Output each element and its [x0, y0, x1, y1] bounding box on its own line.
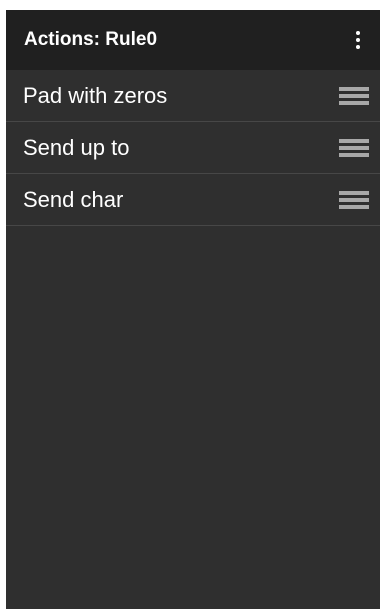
drag-handle-bar: [339, 145, 369, 150]
drag-handle-icon[interactable]: [338, 83, 370, 109]
drag-handle-bar: [339, 138, 369, 143]
overflow-menu-button[interactable]: [346, 20, 370, 60]
more-vert-icon: [356, 31, 360, 49]
more-vert-dot: [356, 45, 360, 49]
list-item-send-char[interactable]: Send char: [6, 174, 380, 226]
action-label: Send char: [23, 186, 124, 212]
drag-handle-bar: [339, 152, 369, 157]
app-screen: Actions: Rule0 Pad with zeros Send up to: [6, 10, 380, 609]
drag-handle-bar: [339, 100, 369, 105]
action-list: Pad with zeros Send up to Send char: [6, 70, 380, 226]
list-item-pad-with-zeros[interactable]: Pad with zeros: [6, 70, 380, 122]
drag-handle-bar: [339, 197, 369, 202]
action-label: Send up to: [23, 134, 130, 160]
list-item-send-up-to[interactable]: Send up to: [6, 122, 380, 174]
drag-handle-bar: [339, 190, 369, 195]
more-vert-dot: [356, 31, 360, 35]
drag-handle-icon[interactable]: [338, 135, 370, 161]
drag-handle-bar: [339, 86, 369, 91]
drag-handle-bar: [339, 204, 369, 209]
drag-handle-icon[interactable]: [338, 187, 370, 213]
app-bar: Actions: Rule0: [6, 10, 380, 70]
more-vert-dot: [356, 38, 360, 42]
drag-handle-bar: [339, 93, 369, 98]
page-title: Actions: Rule0: [24, 29, 158, 50]
action-label: Pad with zeros: [23, 82, 168, 108]
